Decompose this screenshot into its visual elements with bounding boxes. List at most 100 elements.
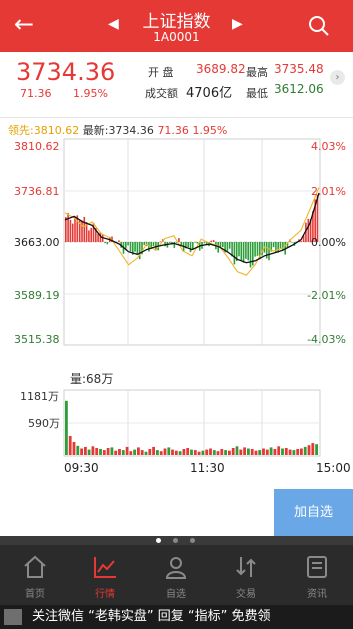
news-icon [307, 556, 327, 578]
page-dot-2 [173, 538, 178, 543]
volume-bar [68, 436, 72, 455]
banner-thumbnail [4, 609, 22, 625]
volume-bar [269, 447, 273, 455]
net-flow-bar [178, 238, 180, 242]
net-flow-bar [118, 240, 120, 242]
net-flow-bar [81, 220, 83, 242]
volume-bar [258, 450, 262, 455]
banner-text: 关注微信 “老韩实盘” 回复 “指标” 免费领 [32, 609, 271, 624]
y-tick-left-3: 3663.00 [14, 236, 60, 249]
net-flow-bar [247, 242, 249, 261]
volume-bar [205, 449, 209, 455]
add-watchlist-button[interactable]: 加自选 [274, 489, 353, 536]
volume-bar [182, 449, 186, 455]
net-flow-bar [83, 216, 86, 242]
y-tick-left-5: 3515.38 [14, 333, 60, 346]
latest-price-line [64, 192, 320, 264]
volume-bar [311, 443, 315, 455]
tab-label: 自选 [166, 589, 186, 600]
net-flow-bar [71, 223, 74, 242]
net-flow-bar [291, 242, 293, 243]
net-flow-bar [136, 242, 139, 255]
volume-bar [99, 449, 102, 455]
net-flow-bar [254, 242, 256, 257]
volume-bar [80, 448, 83, 455]
tab-watchlist[interactable]: 自选 [141, 545, 211, 605]
volume-bar [315, 444, 318, 455]
net-flow-bar [168, 242, 171, 243]
volume-bar [140, 450, 144, 455]
net-flow-bar [189, 242, 192, 253]
net-flow-bar [143, 242, 146, 246]
net-flow-bar [203, 242, 206, 244]
volume-bar [197, 451, 201, 455]
tab-market[interactable]: 行情 [70, 545, 140, 605]
volume-bar [201, 450, 205, 455]
net-flow-bar [69, 219, 72, 242]
volume-bar [102, 450, 106, 455]
intraday-chart[interactable]: 3810.62 3736.81 3663.00 3589.19 3515.38 … [0, 0, 353, 489]
tab-news[interactable]: 资讯 [282, 545, 352, 605]
volume-bar [76, 445, 80, 455]
volume-bar [163, 448, 167, 455]
volume-bar [262, 448, 265, 455]
volume-title: 量:68万 [70, 372, 113, 386]
vol-tick-1: 1181万 [20, 390, 59, 403]
volume-bar [159, 451, 163, 455]
y-tick-left-4: 3589.19 [14, 289, 60, 302]
volume-bar [190, 449, 193, 455]
volume-bar [106, 448, 110, 455]
volume-bar [281, 448, 284, 455]
volume-bar [277, 446, 281, 455]
volume-bar [121, 450, 125, 455]
net-flow-bar [233, 242, 236, 265]
net-flow-bar [242, 242, 245, 263]
tab-label: 首页 [25, 589, 45, 600]
volume-bar [292, 450, 296, 455]
net-flow-bar [279, 242, 282, 249]
volume-bar [148, 449, 152, 455]
volume-bar [137, 447, 140, 455]
net-flow-bar [127, 242, 129, 246]
net-flow-bar [194, 241, 196, 243]
net-flow-bar [245, 242, 247, 259]
net-flow-bar [125, 242, 127, 249]
volume-bar [129, 451, 133, 455]
volume-bar [144, 451, 148, 455]
net-flow-bar [97, 233, 99, 242]
net-flow-bar [134, 242, 136, 252]
x-tick-mid: 11:30 [190, 461, 225, 475]
tab-label: 资讯 [307, 589, 327, 600]
net-flow-bar [159, 241, 162, 243]
volume-bar [239, 449, 243, 455]
tab-label: 交易 [236, 589, 256, 600]
net-flow-bar [268, 242, 270, 261]
y-tick-right-1: 4.03% [311, 140, 346, 153]
y-tick-left-1: 3810.62 [14, 140, 60, 153]
volume-bar [171, 449, 174, 455]
net-flow-bar [228, 242, 231, 249]
volume-bar [288, 449, 292, 455]
volume-bar [250, 449, 254, 455]
trade-arrows-icon [236, 557, 256, 577]
net-flow-bar [180, 242, 183, 245]
volume-bar [273, 449, 277, 455]
net-flow-bar [106, 242, 109, 245]
net-flow-bar [222, 242, 224, 248]
page-dot-3 [190, 538, 195, 543]
net-flow-bar [256, 242, 259, 256]
tab-trade[interactable]: 交易 [211, 545, 281, 605]
volume-bar [156, 450, 159, 455]
y-tick-left-2: 3736.81 [14, 185, 60, 198]
x-tick-start: 09:30 [64, 461, 99, 475]
volume-bar [220, 449, 224, 455]
volume-bar [296, 449, 300, 455]
tab-label: 行情 [95, 589, 115, 600]
promo-banner[interactable]: 关注微信 “老韩实盘” 回复 “指标” 免费领 [0, 605, 353, 629]
net-flow-bar [90, 227, 92, 242]
volume-bar [265, 449, 269, 455]
net-flow-bar [88, 230, 90, 242]
tab-home[interactable]: 首页 [0, 545, 70, 605]
volume-bar [65, 400, 68, 455]
volume-bar [254, 450, 258, 455]
